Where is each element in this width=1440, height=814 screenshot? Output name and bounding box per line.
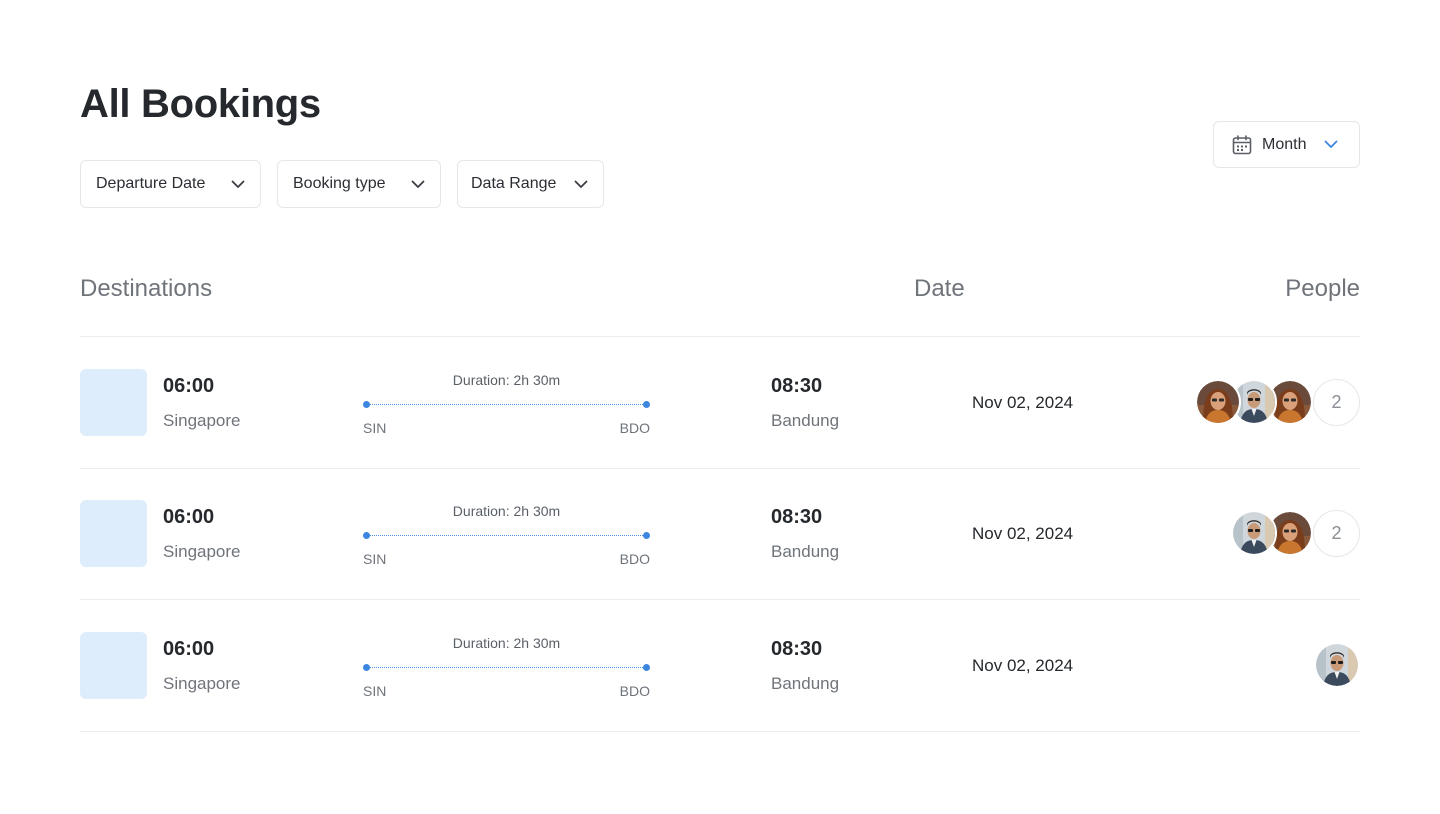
page-title: All Bookings <box>80 82 321 126</box>
route-start-dot <box>363 401 370 408</box>
flight-duration: Duration: 2h 30m <box>452 503 561 519</box>
departure-date-filter-label: Departure Date <box>96 175 206 192</box>
chevron-down-icon <box>231 180 245 189</box>
avatar[interactable] <box>1195 379 1241 425</box>
people-group <box>1314 641 1360 689</box>
flight-route: Duration: 2h 30m SIN BDO <box>363 635 650 699</box>
column-header-destinations: Destinations <box>80 275 213 302</box>
extra-people-count[interactable]: 2 <box>1313 509 1360 557</box>
divider <box>80 731 1360 732</box>
arrival-time: 08:30 <box>771 638 823 660</box>
route-start-dot <box>363 532 370 539</box>
route-line <box>366 404 647 405</box>
departure-time: 06:00 <box>163 506 215 528</box>
booking-row[interactable]: 06:00 Singapore Duration: 2h 30m SIN BDO 08:3… <box>80 337 1360 468</box>
booking-date: Nov 02, 2024 <box>972 393 1074 412</box>
route-end-dot <box>643 401 650 408</box>
destination-code: BDO <box>619 420 650 436</box>
arrival-time: 08:30 <box>771 506 823 528</box>
booking-date: Nov 02, 2024 <box>972 524 1074 543</box>
departure-time: 06:00 <box>163 375 215 397</box>
column-header-date: Date <box>914 275 965 302</box>
departure-city: Singapore <box>163 411 241 430</box>
chevron-down-icon <box>574 180 588 189</box>
flight-route: Duration: 2h 30m SIN BDO <box>363 372 650 436</box>
data-range-filter[interactable]: Data Range <box>457 160 604 208</box>
arrival-city: Bandung <box>771 411 840 430</box>
column-header-people: People <box>1285 275 1360 302</box>
origin-code: SIN <box>363 551 387 567</box>
departure-time: 06:00 <box>163 638 215 660</box>
avatar[interactable] <box>1314 642 1360 688</box>
origin-code: SIN <box>363 420 387 436</box>
calendar-icon <box>1232 134 1252 155</box>
departure-city: Singapore <box>163 674 241 693</box>
chevron-down-icon <box>1324 140 1338 149</box>
arrival-city: Bandung <box>771 674 840 693</box>
booking-row[interactable]: 06:00 Singapore Duration: 2h 30m SIN BDO 08:3… <box>80 468 1360 599</box>
avatar[interactable] <box>1231 510 1277 556</box>
route-end-dot <box>643 664 650 671</box>
route-line <box>366 535 647 536</box>
chevron-down-icon <box>411 180 425 189</box>
flight-route: Duration: 2h 30m SIN BDO <box>363 503 650 567</box>
departure-date-filter[interactable]: Departure Date <box>80 160 261 208</box>
period-select-label: Month <box>1262 135 1307 153</box>
arrival-time: 08:30 <box>771 375 823 397</box>
flight-duration: Duration: 2h 30m <box>452 635 561 651</box>
booking-type-filter-label: Booking type <box>293 175 386 192</box>
data-range-filter-label: Data Range <box>471 175 557 192</box>
origin-code: SIN <box>363 683 387 699</box>
booking-row[interactable]: 06:00 Singapore Duration: 2h 30m SIN BDO 08:3… <box>80 600 1360 731</box>
flight-duration: Duration: 2h 30m <box>452 372 561 388</box>
route-line <box>366 667 647 668</box>
destination-thumbnail <box>80 500 147 567</box>
route-start-dot <box>363 664 370 671</box>
destination-thumbnail <box>80 369 147 436</box>
destination-code: BDO <box>619 551 650 567</box>
destination-code: BDO <box>619 683 650 699</box>
period-select[interactable]: Month <box>1213 121 1360 168</box>
route-end-dot <box>643 532 650 539</box>
booking-date: Nov 02, 2024 <box>972 656 1074 675</box>
arrival-city: Bandung <box>771 542 840 561</box>
people-group: 2 <box>1231 509 1360 557</box>
people-group: 2 <box>1195 378 1360 426</box>
extra-people-count[interactable]: 2 <box>1313 378 1360 426</box>
departure-city: Singapore <box>163 542 241 561</box>
destination-thumbnail <box>80 632 147 699</box>
booking-type-filter[interactable]: Booking type <box>277 160 441 208</box>
